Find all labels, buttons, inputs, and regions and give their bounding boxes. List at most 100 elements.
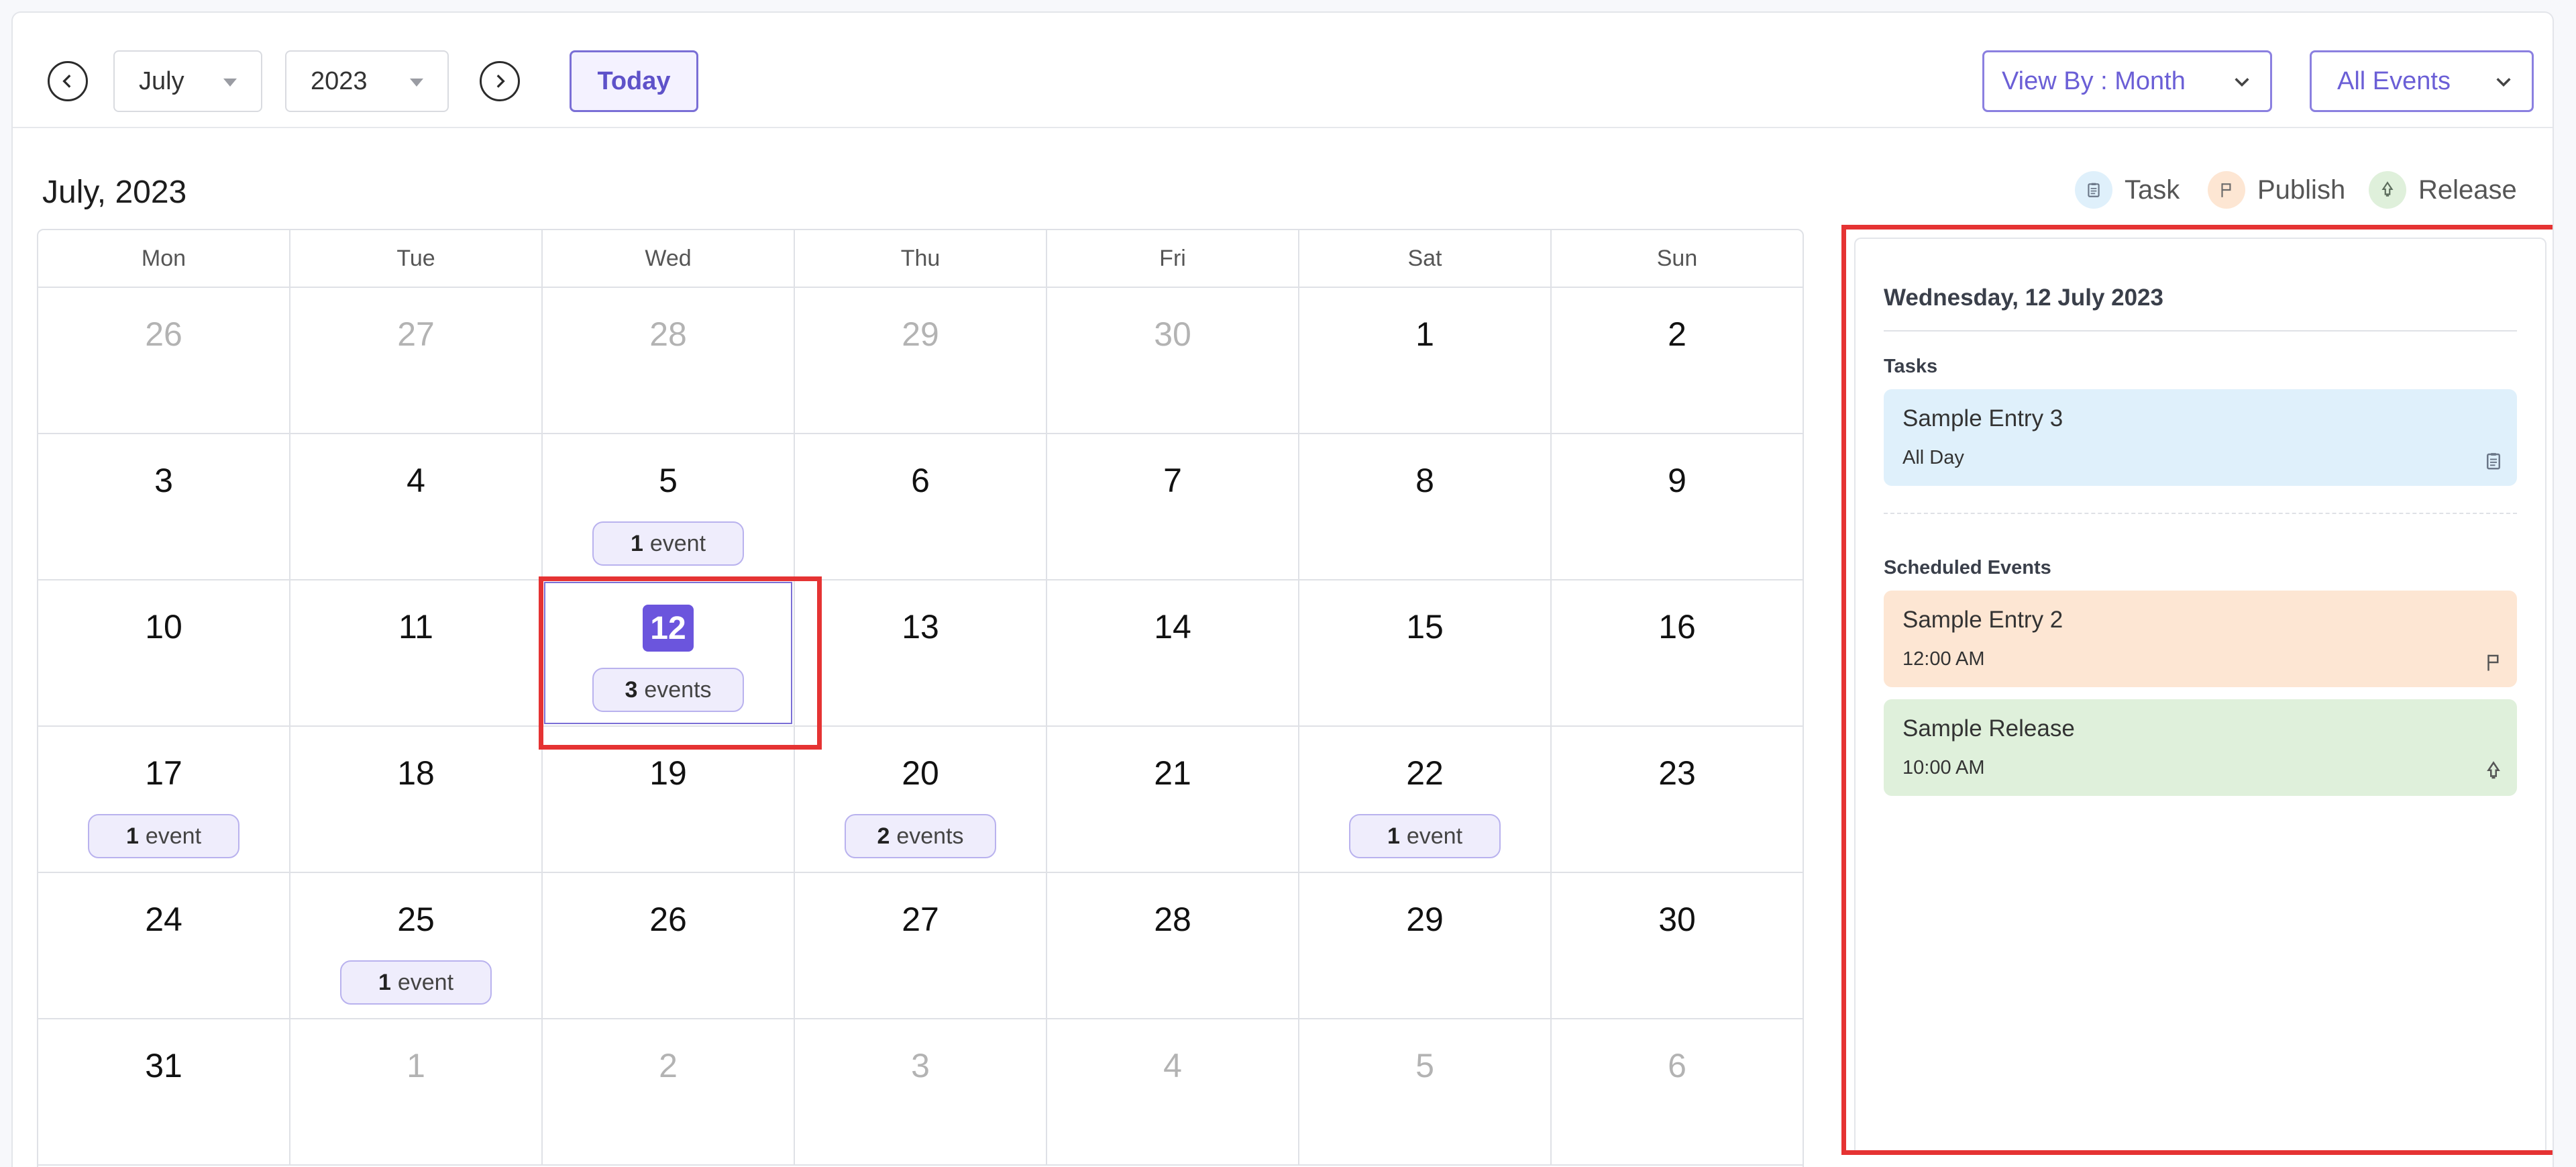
day-cell[interactable]: 29	[795, 288, 1047, 433]
entry-time: All Day	[1902, 447, 1964, 468]
flag-icon	[2487, 654, 2499, 671]
day-cell[interactable]: 21	[1047, 727, 1299, 872]
month-grid: Mon Tue Wed Thu Fri Sat Sun 26 27 28 29 30 1 2…	[37, 229, 1804, 1167]
day-number: 6	[1668, 1047, 1686, 1084]
day-cell[interactable]: 26	[38, 288, 290, 433]
day-cell[interactable]: 18	[290, 727, 543, 872]
rocket-icon	[2487, 761, 2500, 779]
event-count-badge[interactable]: 1 event	[1349, 814, 1501, 858]
day-number: 20	[902, 754, 939, 792]
day-number: 15	[1406, 608, 1444, 646]
day-cell[interactable]: 6	[1552, 1019, 1803, 1164]
day-number: 4	[1163, 1047, 1182, 1084]
prev-month-button[interactable]	[48, 61, 88, 101]
day-cell[interactable]: 1	[1299, 288, 1552, 433]
day-detail-card: Wednesday, 12 July 2023 Tasks Sample Ent…	[1854, 238, 2546, 1150]
day-cell[interactable]: 2	[1552, 288, 1803, 433]
year-select[interactable]: 2023	[285, 50, 449, 112]
day-cell[interactable]: 30	[1047, 288, 1299, 433]
day-cell[interactable]: 13	[795, 580, 1047, 725]
scheduled-event-entry[interactable]: Sample Release 10:00 AM	[1884, 699, 2517, 796]
day-cell[interactable]: 24	[38, 873, 290, 1018]
event-count-badge[interactable]: 2 events	[845, 814, 996, 858]
weekday-label: Sat	[1299, 230, 1552, 287]
day-cell[interactable]: 4	[290, 434, 543, 579]
day-cell[interactable]: 9	[1552, 434, 1803, 579]
selected-day-number: 12	[643, 605, 694, 652]
day-number: 3	[154, 462, 173, 499]
event-count-badge[interactable]: 3 events	[592, 668, 744, 712]
entry-title: Sample Entry 2	[1902, 607, 2063, 633]
day-cell[interactable]: 27	[290, 288, 543, 433]
event-count-badge[interactable]: 1 event	[88, 814, 239, 858]
week-row: 24 25 1 event 26 27 28 29 30	[38, 873, 1803, 1019]
day-cell[interactable]: 3	[795, 1019, 1047, 1164]
chevron-down-icon	[2235, 78, 2249, 87]
today-button[interactable]: Today	[570, 50, 698, 112]
divider	[1884, 330, 2517, 332]
day-cell[interactable]: 12 3 events	[543, 580, 795, 725]
day-number: 28	[649, 315, 687, 353]
event-count-unit: event	[1406, 823, 1463, 849]
scheduled-events-heading: Scheduled Events	[1884, 557, 2051, 578]
day-number: 30	[1658, 901, 1696, 938]
day-cell[interactable]: 10	[38, 580, 290, 725]
day-cell[interactable]: 11	[290, 580, 543, 725]
event-count: 1	[1387, 823, 1400, 849]
day-cell[interactable]: 14	[1047, 580, 1299, 725]
day-cell[interactable]: 5	[1299, 1019, 1552, 1164]
day-cell[interactable]: 23	[1552, 727, 1803, 872]
event-count-unit: event	[649, 530, 706, 556]
day-cell[interactable]: 1	[290, 1019, 543, 1164]
event-count: 2	[877, 823, 890, 849]
view-by-select[interactable]: View By : Month	[1982, 50, 2272, 112]
day-cell[interactable]: 28	[1047, 873, 1299, 1018]
day-cell[interactable]: 6	[795, 434, 1047, 579]
weekday-label: Sun	[1656, 245, 1698, 271]
day-cell[interactable]: 2	[543, 1019, 795, 1164]
day-number: 1	[407, 1047, 425, 1084]
entry-time: 12:00 AM	[1902, 648, 1985, 670]
day-cell[interactable]: 16	[1552, 580, 1803, 725]
event-count-badge[interactable]: 1 event	[340, 960, 492, 1005]
event-count: 1	[630, 530, 643, 556]
day-cell[interactable]: 3	[38, 434, 290, 579]
day-cell[interactable]: 8	[1299, 434, 1552, 579]
scheduled-event-entry[interactable]: Sample Entry 2 12:00 AM	[1884, 591, 2517, 687]
day-number: 5	[1415, 1047, 1434, 1084]
weekday-label: Tue	[290, 230, 543, 287]
year-select-value: 2023	[311, 66, 368, 95]
day-cell[interactable]: 30	[1552, 873, 1803, 1018]
month-select[interactable]: July	[113, 50, 262, 112]
event-filter-select[interactable]: All Events	[2310, 50, 2534, 112]
day-cell[interactable]: 25 1 event	[290, 873, 543, 1018]
calendar-app: July 2023 Today View By : Month All Even…	[11, 11, 2554, 1167]
day-cell[interactable]: 5 1 event	[543, 434, 795, 579]
day-number: 17	[145, 754, 182, 792]
week-row: 3 4 5 1 event 6 7 8 9	[38, 434, 1803, 580]
day-number: 27	[397, 315, 435, 353]
day-cell[interactable]: 7	[1047, 434, 1299, 579]
day-cell[interactable]: 19	[543, 727, 795, 872]
day-cell[interactable]: 15	[1299, 580, 1552, 725]
day-number: 24	[145, 901, 182, 938]
day-cell[interactable]: 31	[38, 1019, 290, 1164]
day-number: 1	[1415, 315, 1434, 353]
day-cell[interactable]: 17 1 event	[38, 727, 290, 872]
day-cell[interactable]: 28	[543, 288, 795, 433]
next-month-button[interactable]	[480, 61, 520, 101]
event-count-badge[interactable]: 1 event	[592, 521, 744, 566]
day-cell[interactable]: 29	[1299, 873, 1552, 1018]
week-row: 17 1 event 18 19 20 2 events 21 22 1 event 23	[38, 727, 1803, 873]
day-cell[interactable]: 4	[1047, 1019, 1299, 1164]
day-cell[interactable]: 22 1 event	[1299, 727, 1552, 872]
day-cell[interactable]: 27	[795, 873, 1047, 1018]
event-count-unit: events	[896, 823, 964, 849]
day-cell[interactable]: 20 2 events	[795, 727, 1047, 872]
event-filter-value: All Events	[2337, 66, 2451, 95]
task-entry[interactable]: Sample Entry 3 All Day	[1884, 389, 2517, 486]
day-number: 2	[1668, 315, 1686, 353]
event-count-unit: event	[145, 823, 202, 849]
legend-publish-label: Publish	[2257, 174, 2346, 205]
day-cell[interactable]: 26	[543, 873, 795, 1018]
